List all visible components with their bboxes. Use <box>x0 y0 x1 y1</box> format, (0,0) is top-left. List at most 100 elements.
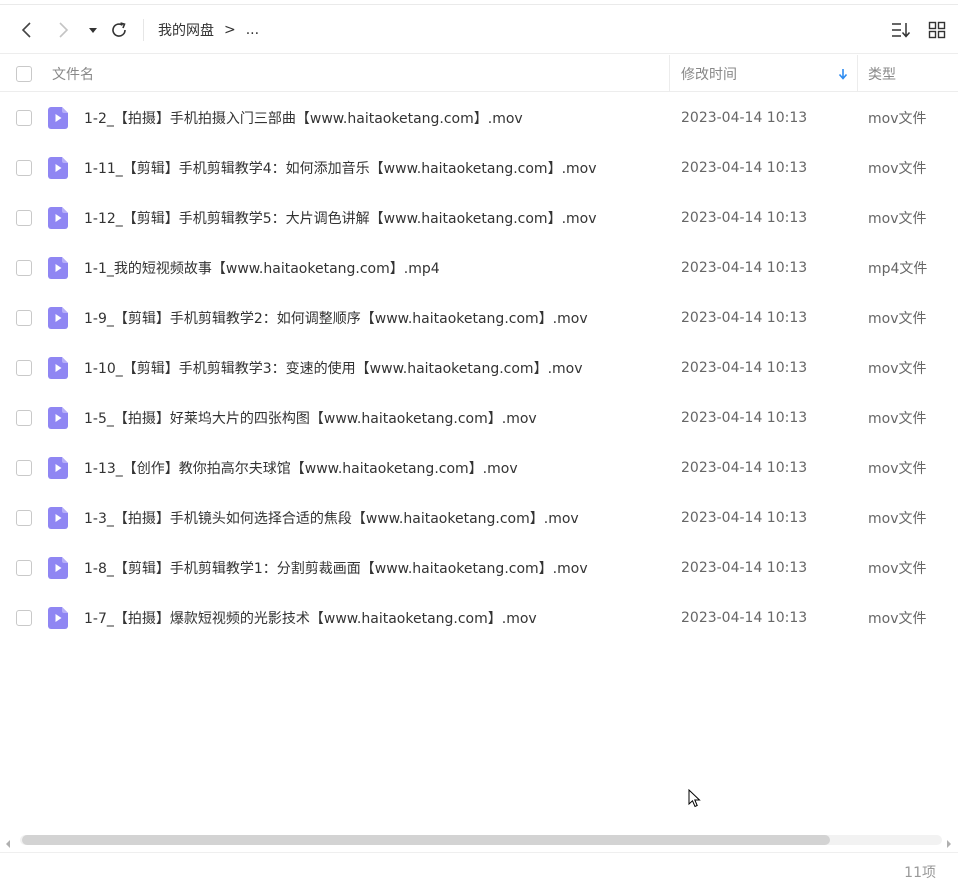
file-type: mov文件 <box>868 211 927 227</box>
file-name[interactable]: 1-9_【剪辑】手机剪辑教学2：如何调整顺序【www.haitaoketang.… <box>84 293 664 343</box>
file-row[interactable]: 1-5_【拍摄】好莱坞大片的四张构图【www.haitaoketang.com】… <box>0 393 958 443</box>
row-checkbox-cell <box>16 343 32 393</box>
file-type: mov文件 <box>868 311 927 327</box>
file-modified-time: 2023-04-14 10:13 <box>681 160 808 176</box>
horizontal-scrollbar[interactable] <box>0 831 958 849</box>
video-file-icon <box>48 443 68 493</box>
file-modified-time: 2023-04-14 10:13 <box>681 460 808 476</box>
file-row[interactable]: 1-7_【拍摄】爆款短视频的光影技术【www.haitaoketang.com】… <box>0 593 958 643</box>
file-row[interactable]: 1-3_【拍摄】手机镜头如何选择合适的焦段【www.haitaoketang.c… <box>0 493 958 543</box>
row-checkbox-cell <box>16 393 32 443</box>
file-name[interactable]: 1-7_【拍摄】爆款短视频的光影技术【www.haitaoketang.com】… <box>84 593 664 643</box>
row-checkbox-cell <box>16 143 32 193</box>
file-type: mov文件 <box>868 611 927 627</box>
file-row[interactable]: 1-12_【剪辑】手机剪辑教学5：大片调色讲解【www.haitaoketang… <box>0 193 958 243</box>
file-row[interactable]: 1-9_【剪辑】手机剪辑教学2：如何调整顺序【www.haitaoketang.… <box>0 293 958 343</box>
file-modified-time: 2023-04-14 10:13 <box>681 110 808 126</box>
row-checkbox-cell <box>16 443 32 493</box>
sort-button[interactable] <box>890 19 912 41</box>
file-row[interactable]: 1-1_我的短视频故事【www.haitaoketang.com】.mp4 202… <box>0 243 958 293</box>
file-list-header: 文件名 修改时间 类型 <box>0 55 958 92</box>
column-divider[interactable] <box>857 55 858 92</box>
row-checkbox[interactable] <box>16 310 32 326</box>
video-file-icon <box>48 543 68 593</box>
select-all-checkbox[interactable] <box>16 65 32 82</box>
back-button[interactable] <box>16 19 38 41</box>
grid-view-button[interactable] <box>926 19 948 41</box>
row-checkbox[interactable] <box>16 260 32 276</box>
row-checkbox[interactable] <box>16 160 32 176</box>
file-name[interactable]: 1-10_【剪辑】手机剪辑教学3：变速的使用【www.haitaoketang.… <box>84 343 664 393</box>
row-checkbox[interactable] <box>16 460 32 476</box>
file-type: mov文件 <box>868 561 927 577</box>
file-name[interactable]: 1-3_【拍摄】手机镜头如何选择合适的焦段【www.haitaoketang.c… <box>84 493 664 543</box>
breadcrumb-ellipsis[interactable]: ... <box>246 22 259 38</box>
mouse-cursor-icon <box>688 788 701 813</box>
file-row[interactable]: 1-2_【拍摄】手机拍摄入门三部曲【www.haitaoketang.com】.… <box>0 93 958 143</box>
column-divider[interactable] <box>669 55 670 92</box>
row-checkbox[interactable] <box>16 610 32 626</box>
sort-list-icon <box>892 23 911 38</box>
row-checkbox[interactable] <box>16 510 32 526</box>
caret-down-icon <box>89 28 97 33</box>
row-checkbox[interactable] <box>16 210 32 226</box>
chevron-left-icon <box>21 22 31 38</box>
row-checkbox[interactable] <box>16 560 32 576</box>
breadcrumb: 我的网盘 > ... <box>158 19 269 41</box>
forward-button[interactable] <box>52 19 74 41</box>
video-file-icon <box>48 343 68 393</box>
file-row[interactable]: 1-13_【创作】教你拍高尔夫球馆【www.haitaoketang.com】.… <box>0 443 958 493</box>
video-file-icon <box>48 293 68 343</box>
column-name-header[interactable]: 文件名 <box>52 55 94 92</box>
refresh-icon <box>112 22 126 37</box>
toolbar-divider <box>143 19 144 41</box>
refresh-button[interactable] <box>108 19 130 41</box>
sort-indicator[interactable] <box>838 55 848 92</box>
caret-left-icon <box>6 840 10 848</box>
file-name[interactable]: 1-2_【拍摄】手机拍摄入门三部曲【www.haitaoketang.com】.… <box>84 93 664 143</box>
file-modified-time: 2023-04-14 10:13 <box>681 510 808 526</box>
row-checkbox[interactable] <box>16 360 32 376</box>
video-file-icon <box>48 593 68 643</box>
file-type: mov文件 <box>868 161 927 177</box>
row-checkbox[interactable] <box>16 410 32 426</box>
caret-right-icon <box>947 840 951 848</box>
scroll-left-button[interactable] <box>5 834 11 853</box>
file-modified-time: 2023-04-14 10:13 <box>681 360 808 376</box>
column-type-header[interactable]: 类型 <box>868 55 896 92</box>
scroll-right-button[interactable] <box>946 834 952 853</box>
file-modified-time: 2023-04-14 10:13 <box>681 610 808 626</box>
breadcrumb-root[interactable]: 我的网盘 <box>158 20 214 40</box>
video-file-icon <box>48 493 68 543</box>
file-row[interactable]: 1-11_【剪辑】手机剪辑教学4：如何添加音乐【www.haitaoketang… <box>0 143 958 193</box>
row-checkbox-cell <box>16 593 32 643</box>
file-modified-time: 2023-04-14 10:13 <box>681 210 808 226</box>
file-row[interactable]: 1-8_【剪辑】手机剪辑教学1：分割剪裁画面【www.haitaoketang.… <box>0 543 958 593</box>
file-modified-time: 2023-04-14 10:13 <box>681 410 808 426</box>
file-name[interactable]: 1-1_我的短视频故事【www.haitaoketang.com】.mp4 <box>84 243 664 293</box>
scrollbar-thumb[interactable] <box>22 835 830 845</box>
toolbar: 我的网盘 > ... <box>0 6 958 54</box>
video-file-icon <box>48 193 68 243</box>
grid-view-icon <box>928 21 946 39</box>
row-checkbox-cell <box>16 193 32 243</box>
file-name[interactable]: 1-11_【剪辑】手机剪辑教学4：如何添加音乐【www.haitaoketang… <box>84 143 664 193</box>
file-type: mp4文件 <box>868 261 928 277</box>
arrow-down-icon <box>838 68 848 80</box>
file-type: mov文件 <box>868 111 927 127</box>
file-name[interactable]: 1-5_【拍摄】好莱坞大片的四张构图【www.haitaoketang.com】… <box>84 393 664 443</box>
history-dropdown-button[interactable] <box>86 19 100 41</box>
column-modified-header[interactable]: 修改时间 <box>681 55 737 92</box>
file-name[interactable]: 1-12_【剪辑】手机剪辑教学5：大片调色讲解【www.haitaoketang… <box>84 193 664 243</box>
item-count: 11项 <box>904 865 936 881</box>
row-checkbox-cell <box>16 243 32 293</box>
file-row[interactable]: 1-10_【剪辑】手机剪辑教学3：变速的使用【www.haitaoketang.… <box>0 343 958 393</box>
file-modified-time: 2023-04-14 10:13 <box>681 310 808 326</box>
row-checkbox[interactable] <box>16 110 32 126</box>
file-name[interactable]: 1-8_【剪辑】手机剪辑教学1：分割剪裁画面【www.haitaoketang.… <box>84 543 664 593</box>
file-name[interactable]: 1-13_【创作】教你拍高尔夫球馆【www.haitaoketang.com】.… <box>84 443 664 493</box>
chevron-right-icon <box>59 22 69 38</box>
file-type: mov文件 <box>868 411 927 427</box>
file-type: mov文件 <box>868 361 927 377</box>
video-file-icon <box>48 393 68 443</box>
